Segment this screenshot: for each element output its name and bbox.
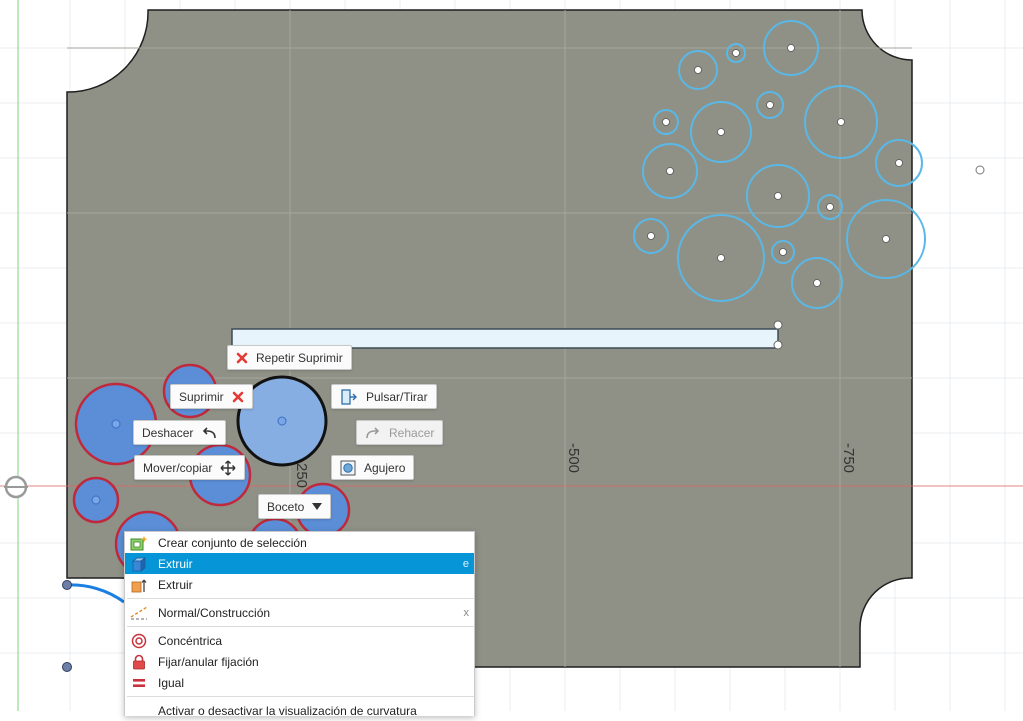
selection-set-icon (130, 534, 148, 551)
menu-item-normal-construction[interactable]: Normal/Construcción x (125, 602, 474, 623)
menu-item-create-selection-set[interactable]: Crear conjunto de selección (125, 532, 474, 553)
redo-label: Rehacer (389, 425, 435, 440)
extrude-body-icon (130, 576, 148, 593)
axis-label-minus-500: -500 (565, 443, 582, 473)
context-menu: Crear conjunto de selección Extruir e Ex… (124, 531, 475, 718)
menu-separator (127, 626, 474, 627)
menu-item-shortcut: x (463, 606, 470, 619)
menu-item-extrude-sketch[interactable]: Extruir e (125, 553, 474, 574)
delete-label: Suprimir (179, 389, 224, 404)
hole-label: Agujero (364, 460, 406, 475)
press-pull-button[interactable]: Pulsar/Tirar (331, 384, 437, 409)
redo-icon (366, 426, 380, 438)
redo-button[interactable]: Rehacer (356, 420, 444, 445)
move-copy-button[interactable]: Mover/copiar (134, 455, 246, 480)
press-pull-label: Pulsar/Tirar (366, 389, 428, 404)
undo-button[interactable]: Deshacer (133, 420, 227, 445)
sketch-dropdown-button[interactable]: Boceto (258, 494, 332, 519)
undo-label: Deshacer (142, 425, 194, 440)
menu-item-label: Extruir (158, 556, 193, 571)
menu-item-extrude-body[interactable]: Extruir (125, 574, 474, 595)
move-icon (220, 460, 236, 475)
delete-x-icon (236, 352, 248, 363)
equal-icon (130, 674, 148, 691)
menu-item-label: Concéntrica (158, 633, 223, 648)
menu-item-label: Extruir (158, 577, 193, 592)
menu-item-concentric[interactable]: Concéntrica (125, 630, 474, 651)
axis-label-minus-750: -750 (840, 443, 857, 473)
menu-separator (127, 696, 474, 697)
menu-separator (127, 598, 474, 599)
origin-icon[interactable] (4, 475, 28, 499)
move-copy-label: Mover/copiar (143, 460, 213, 475)
construction-line-icon (130, 604, 148, 621)
sketch-label: Boceto (267, 499, 305, 514)
delete-button[interactable]: Suprimir (170, 384, 253, 409)
menu-item-shortcut: e (462, 557, 469, 570)
repeat-delete-label: Repetir Suprimir (256, 350, 343, 365)
menu-item-fix-unfix[interactable]: Fijar/anular fijación (125, 651, 474, 672)
menu-item-label: Igual (158, 675, 185, 690)
sketch-point[interactable] (975, 165, 985, 175)
repeat-delete-button[interactable]: Repetir Suprimir (227, 345, 352, 370)
selected-arc[interactable] (66, 583, 125, 604)
dropdown-arrow-icon (312, 502, 323, 510)
menu-item-label: Normal/Construcción (158, 605, 271, 620)
menu-item-label: Fijar/anular fijación (158, 654, 259, 669)
menu-item-equal[interactable]: Igual (125, 672, 474, 693)
extrude-sketch-icon (130, 555, 148, 572)
sketch-point[interactable] (62, 580, 72, 590)
hole-icon (340, 460, 356, 475)
press-pull-icon (341, 388, 357, 405)
sketch-point[interactable] (62, 662, 72, 672)
delete-x-icon (232, 391, 243, 402)
concentric-icon (130, 632, 148, 649)
undo-icon (203, 426, 217, 438)
hole-button[interactable]: Agujero (331, 455, 415, 480)
lock-icon (130, 653, 148, 670)
menu-item-label: Crear conjunto de selección (158, 535, 307, 550)
